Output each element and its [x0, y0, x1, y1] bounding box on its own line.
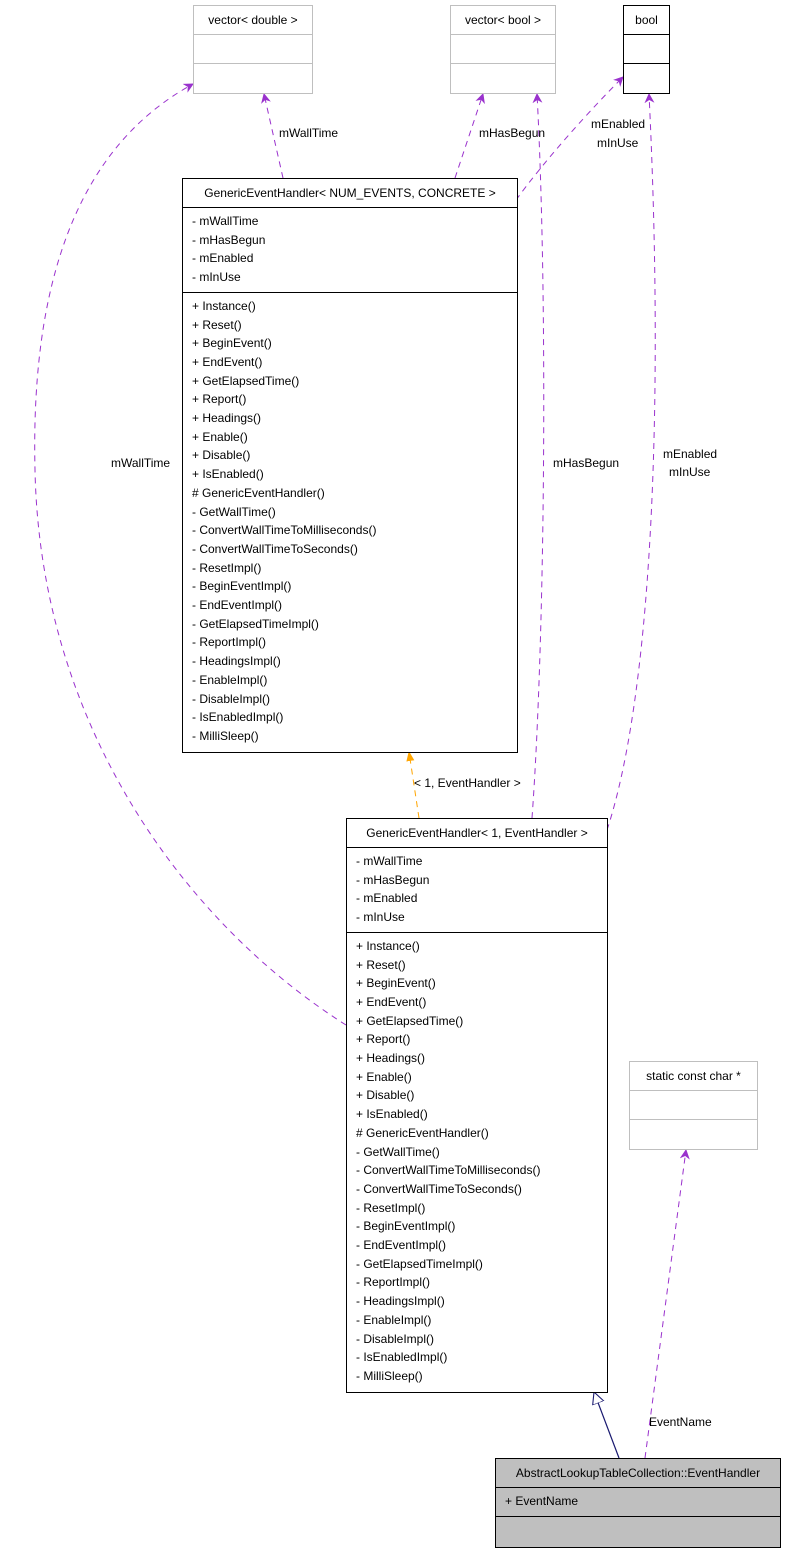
methods-section — [451, 63, 555, 93]
class-title: GenericEventHandler< NUM_EVENTS, CONCRET… — [204, 186, 496, 200]
edge-label-template-enabled: mEnabled — [591, 117, 646, 131]
edge-label-instance-enabled: mEnabled — [663, 447, 718, 461]
method-item[interactable]: - HeadingsImpl() — [356, 1292, 598, 1311]
attribute-item[interactable]: - mHasBegun — [192, 231, 508, 250]
attribute-item[interactable]: - mWallTime — [192, 212, 508, 231]
method-item[interactable]: - ReportImpl() — [192, 633, 508, 652]
methods-section: + Instance() + Reset() + BeginEvent() + End… — [347, 931, 607, 1391]
method-item[interactable]: + GetElapsedTime() — [356, 1012, 598, 1031]
method-item[interactable]: - IsEnabledImpl() — [192, 708, 508, 727]
method-item[interactable]: + Instance() — [356, 937, 598, 956]
edge-label-template-inuse: mInUse — [597, 136, 639, 150]
method-item[interactable]: - GetWallTime() — [356, 1143, 598, 1162]
attribute-item[interactable]: - mInUse — [356, 908, 598, 927]
method-item[interactable]: + IsEnabled() — [356, 1105, 598, 1124]
method-item[interactable]: + Enable() — [356, 1068, 598, 1087]
method-item[interactable]: + IsEnabled() — [192, 465, 508, 484]
method-item[interactable]: + GetElapsedTime() — [192, 372, 508, 391]
method-item[interactable]: - DisableImpl() — [356, 1330, 598, 1349]
methods-section — [630, 1119, 757, 1149]
method-item[interactable]: - EndEventImpl() — [192, 596, 508, 615]
class-event-handler[interactable]: AbstractLookupTableCollection::EventHand… — [495, 1458, 781, 1548]
method-item[interactable]: + BeginEvent() — [356, 974, 598, 993]
method-item[interactable]: + Headings() — [356, 1049, 598, 1068]
method-item[interactable]: # GenericEventHandler() — [192, 484, 508, 503]
class-vector-bool[interactable]: vector< bool > — [450, 5, 556, 94]
method-item[interactable]: - MilliSleep() — [356, 1367, 598, 1386]
method-item[interactable]: + EndEvent() — [192, 353, 508, 372]
method-item[interactable]: - DisableImpl() — [192, 690, 508, 709]
method-item[interactable]: - MilliSleep() — [192, 727, 508, 746]
class-static-const-char[interactable]: static const char * — [629, 1061, 758, 1150]
method-item[interactable]: - EnableImpl() — [192, 671, 508, 690]
attribute-item[interactable]: - mInUse — [192, 268, 508, 287]
method-item[interactable]: + Disable() — [192, 446, 508, 465]
methods-section — [624, 63, 669, 93]
method-item[interactable]: - HeadingsImpl() — [192, 652, 508, 671]
method-item[interactable]: - ResetImpl() — [356, 1199, 598, 1218]
methods-section — [496, 1516, 780, 1546]
method-item[interactable]: - ConvertWallTimeToSeconds() — [356, 1180, 598, 1199]
class-generic-event-handler-instance[interactable]: GenericEventHandler< 1, EventHandler > -… — [346, 818, 608, 1393]
attribute-item[interactable]: - mWallTime — [356, 852, 598, 871]
edge-label-instance-hasbegun: mHasBegun — [553, 456, 620, 470]
attributes-section — [194, 34, 312, 63]
attribute-item[interactable]: - mEnabled — [356, 889, 598, 908]
attributes-section — [624, 34, 669, 63]
class-generic-event-handler-template[interactable]: GenericEventHandler< NUM_EVENTS, CONCRET… — [182, 178, 518, 753]
method-item[interactable]: + EndEvent() — [356, 993, 598, 1012]
attributes-section — [451, 34, 555, 63]
class-title: bool — [635, 13, 658, 27]
edge-inheritance — [594, 1392, 620, 1459]
class-title: AbstractLookupTableCollection::EventHand… — [515, 1466, 761, 1480]
edge-label-eventname: EventName — [649, 1415, 712, 1429]
method-item[interactable]: # GenericEventHandler() — [356, 1124, 598, 1143]
method-item[interactable]: + Reset() — [192, 316, 508, 335]
method-item[interactable]: - BeginEventImpl() — [192, 577, 508, 596]
edge-label-instance-walltime: mWallTime — [111, 456, 171, 470]
method-item[interactable]: + Instance() — [192, 297, 508, 316]
edge-label-template-args: < 1, EventHandler > — [414, 776, 521, 790]
edge-label-template-hasbegun: mHasBegun — [479, 126, 546, 140]
class-title: vector< bool > — [464, 13, 542, 27]
method-item[interactable]: - BeginEventImpl() — [356, 1217, 598, 1236]
method-item[interactable]: - ResetImpl() — [192, 559, 508, 578]
class-bool[interactable]: bool — [623, 5, 670, 94]
method-item[interactable]: - ReportImpl() — [356, 1273, 598, 1292]
method-item[interactable]: - IsEnabledImpl() — [356, 1348, 598, 1367]
class-title: vector< double > — [208, 13, 298, 27]
edge-eventname — [644, 1149, 690, 1459]
method-item[interactable]: - ConvertWallTimeToMilliseconds() — [356, 1161, 598, 1180]
method-item[interactable]: + Report() — [192, 390, 508, 409]
edge-label-instance-inuse: mInUse — [669, 465, 711, 479]
method-item[interactable]: - GetElapsedTimeImpl() — [356, 1255, 598, 1274]
method-item[interactable]: - ConvertWallTimeToSeconds() — [192, 540, 508, 559]
methods-section: + Instance() + Reset() + BeginEvent() + End… — [183, 291, 517, 751]
method-item[interactable]: - ConvertWallTimeToMilliseconds() — [192, 521, 508, 540]
method-item[interactable]: + BeginEvent() — [192, 334, 508, 353]
class-title: GenericEventHandler< 1, EventHandler > — [366, 826, 588, 840]
method-item[interactable]: - EndEventImpl() — [356, 1236, 598, 1255]
attribute-item[interactable]: - mHasBegun — [356, 871, 598, 890]
attributes-section: + EventName — [496, 1487, 780, 1516]
class-title: static const char * — [646, 1069, 741, 1083]
method-item[interactable]: + Report() — [356, 1030, 598, 1049]
methods-section — [194, 63, 312, 93]
attributes-section: - mWallTime - mHasBegun - mEnabled - mInUse — [347, 847, 607, 932]
attribute-item[interactable]: + EventName — [505, 1492, 771, 1511]
method-item[interactable]: + Reset() — [356, 956, 598, 975]
method-item[interactable]: - GetWallTime() — [192, 503, 508, 522]
method-item[interactable]: - EnableImpl() — [356, 1311, 598, 1330]
attributes-section — [630, 1090, 757, 1119]
edge-instance-hasbegun — [531, 93, 545, 819]
method-item[interactable]: + Headings() — [192, 409, 508, 428]
edge-label-template-walltime: mWallTime — [279, 126, 339, 140]
attribute-item[interactable]: - mEnabled — [192, 249, 508, 268]
method-item[interactable]: - GetElapsedTimeImpl() — [192, 615, 508, 634]
attributes-section: - mWallTime - mHasBegun - mEnabled - mInUse — [183, 207, 517, 292]
method-item[interactable]: + Disable() — [356, 1086, 598, 1105]
class-vector-double[interactable]: vector< double > — [193, 5, 313, 94]
method-item[interactable]: + Enable() — [192, 428, 508, 447]
